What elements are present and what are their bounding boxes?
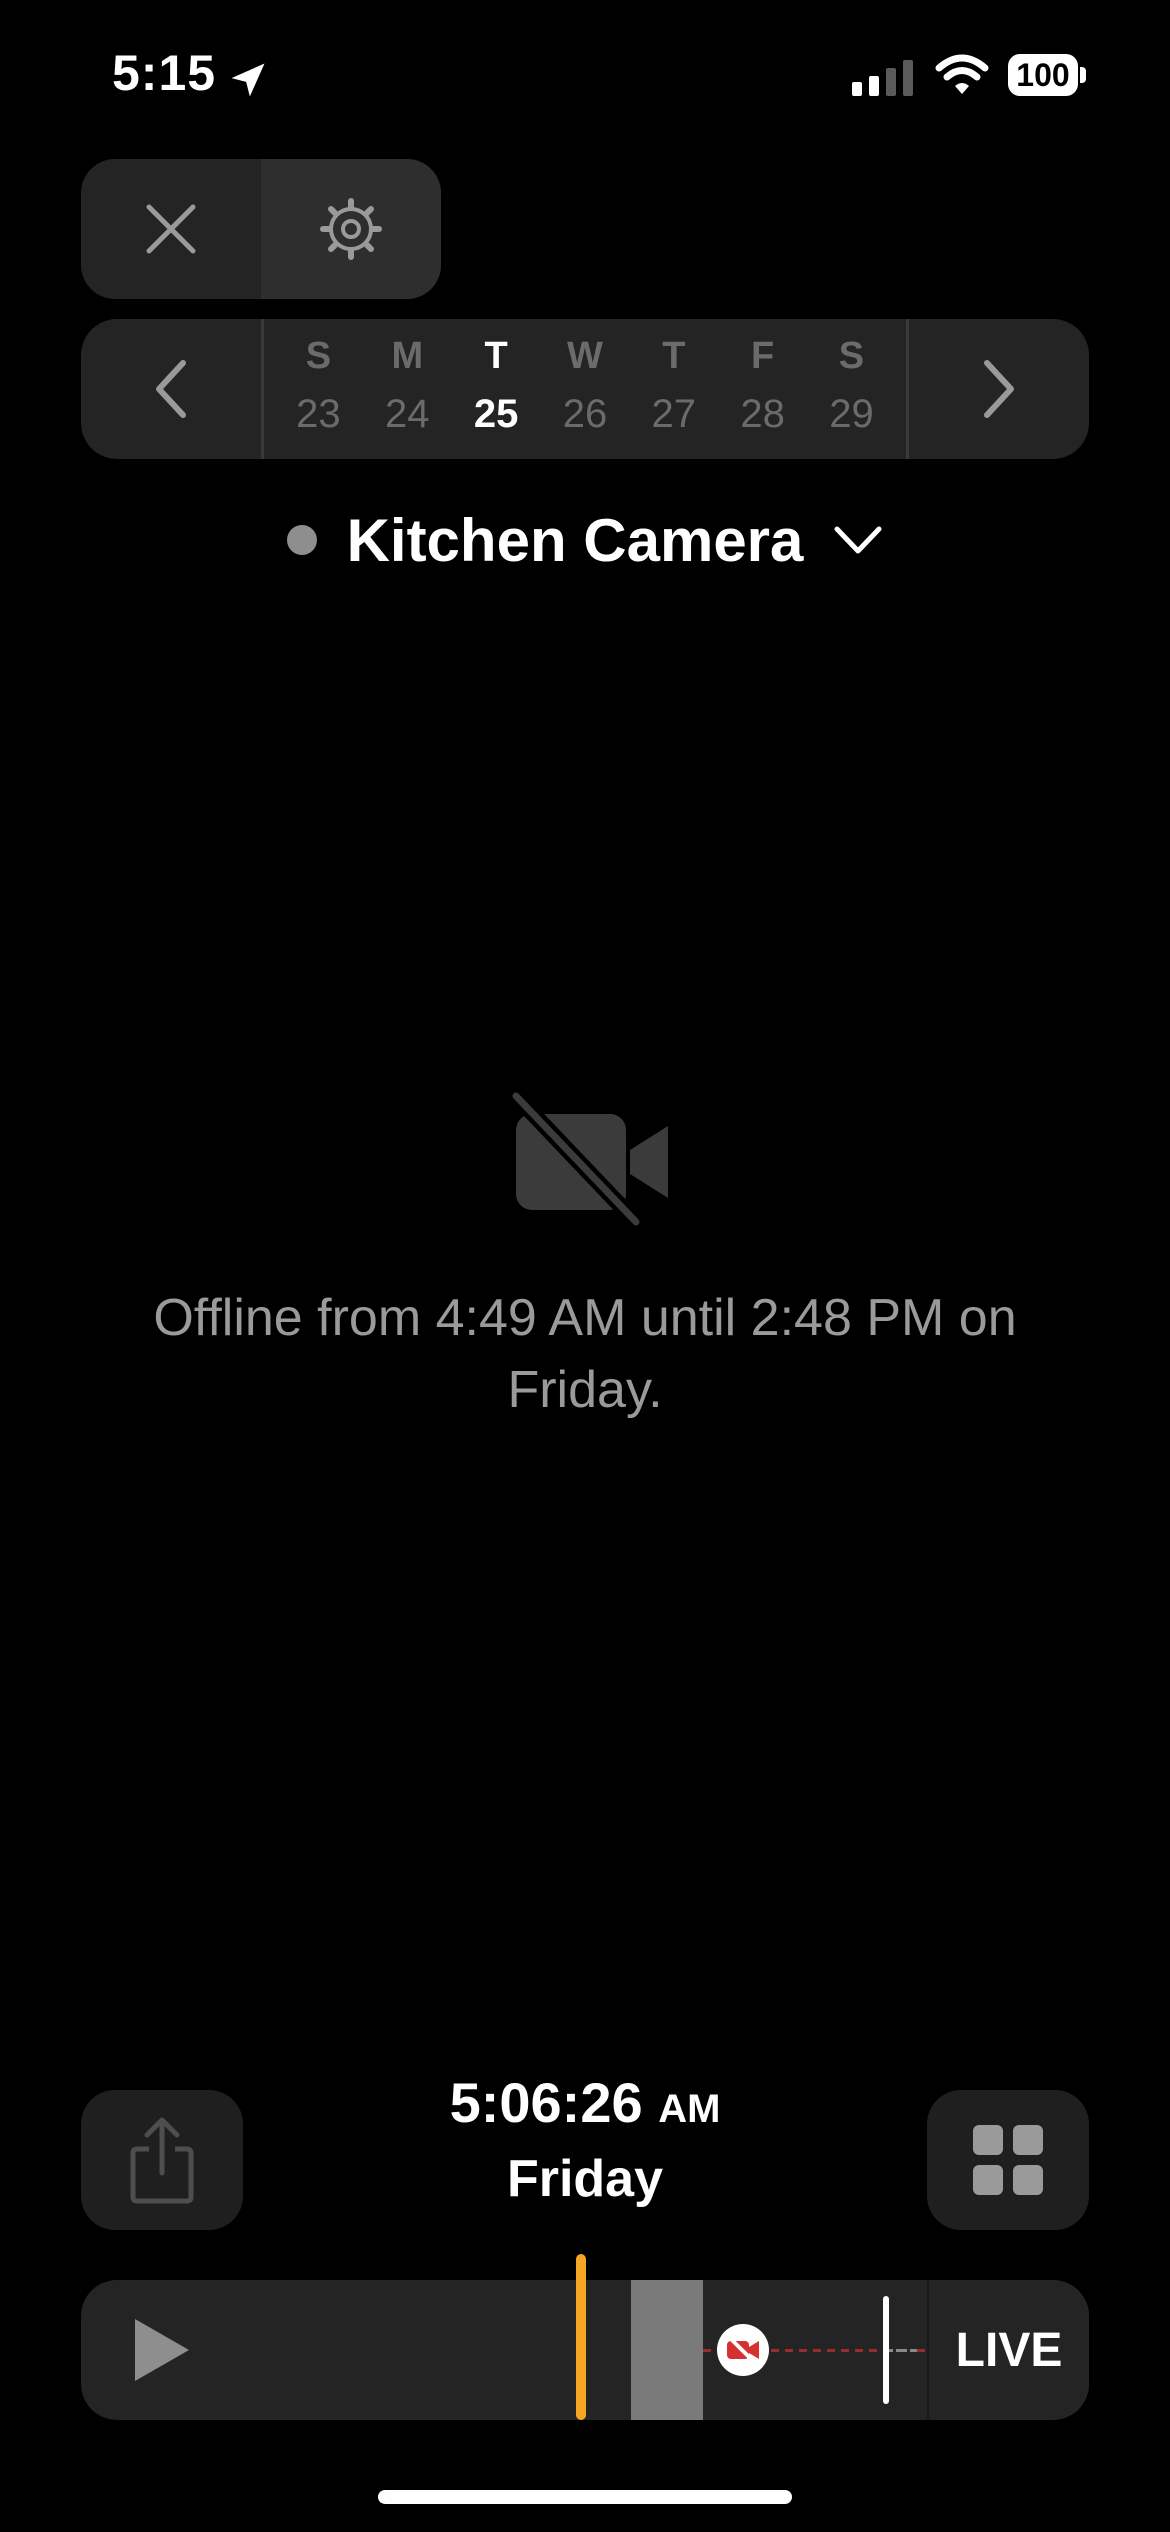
day-item-selected[interactable]: T 25 bbox=[456, 334, 536, 444]
playback-clock: 5:06:26 bbox=[449, 2071, 643, 2134]
previous-week-button[interactable] bbox=[81, 319, 261, 459]
settings-button[interactable] bbox=[261, 159, 441, 299]
playback-time-display: 5:06:26 AM Friday bbox=[300, 2068, 870, 2214]
share-button[interactable] bbox=[81, 2090, 243, 2230]
next-week-button[interactable] bbox=[909, 319, 1089, 459]
week-selector: S 23 M 24 T 25 W 26 T 27 F 28 S 29 bbox=[81, 319, 1089, 459]
camera-offline-event-icon[interactable] bbox=[717, 2324, 769, 2376]
day-letter: W bbox=[567, 335, 603, 377]
day-number: 24 bbox=[385, 392, 430, 436]
day-letter: M bbox=[391, 335, 424, 377]
offline-message: Offline from 4:49 AM until 2:48 PM on Fr… bbox=[153, 1289, 1017, 1419]
day-number: 23 bbox=[296, 392, 341, 436]
playback-day: Friday bbox=[506, 2150, 664, 2208]
close-icon bbox=[146, 204, 196, 254]
offline-gap bbox=[771, 2349, 881, 2352]
day-letter: T bbox=[662, 335, 686, 377]
day-item[interactable]: M 24 bbox=[367, 334, 447, 444]
share-icon bbox=[130, 2117, 194, 2204]
status-dot bbox=[286, 525, 317, 555]
status-time: 5:15 bbox=[112, 45, 217, 101]
day-item[interactable]: T 27 bbox=[634, 334, 714, 444]
day-item[interactable]: F 28 bbox=[723, 334, 803, 444]
grid-icon bbox=[973, 2125, 1043, 2195]
chevron-down-icon bbox=[834, 526, 882, 554]
home-indicator[interactable] bbox=[378, 2490, 792, 2504]
wifi-icon bbox=[935, 54, 989, 94]
day-list: S 23 M 24 T 25 W 26 T 27 F 28 S 29 bbox=[261, 319, 909, 459]
live-button[interactable]: LIVE bbox=[927, 2280, 1089, 2420]
now-marker bbox=[883, 2296, 889, 2404]
battery-level: 100 bbox=[1008, 54, 1078, 96]
location-arrow-icon bbox=[231, 63, 265, 97]
day-number: 25 bbox=[473, 392, 519, 436]
day-number: 26 bbox=[562, 392, 608, 436]
cellular-signal-icon bbox=[852, 58, 913, 96]
video-off-icon bbox=[512, 1092, 668, 1228]
day-item[interactable]: S 29 bbox=[811, 334, 891, 444]
battery-icon: 100 bbox=[1008, 54, 1088, 98]
day-item[interactable]: W 26 bbox=[545, 334, 625, 444]
settings-gear-icon bbox=[320, 198, 382, 260]
close-button[interactable] bbox=[81, 159, 261, 299]
day-item[interactable]: S 23 bbox=[278, 334, 358, 444]
playback-time: 5:06:26 AM bbox=[300, 2068, 870, 2144]
day-letter: S bbox=[305, 335, 332, 377]
play-icon bbox=[135, 2319, 189, 2381]
day-number: 27 bbox=[651, 392, 697, 436]
camera-selector[interactable]: Kitchen Camera bbox=[0, 500, 1170, 580]
chevron-right-icon bbox=[984, 360, 1014, 418]
timeline-gap bbox=[896, 2349, 916, 2352]
chevron-left-icon bbox=[156, 360, 186, 418]
camera-name: Kitchen Camera bbox=[346, 506, 804, 574]
playhead[interactable] bbox=[576, 2254, 586, 2420]
timeline-track[interactable] bbox=[241, 2280, 1037, 2420]
recorded-segment bbox=[631, 2280, 703, 2420]
top-controls bbox=[81, 159, 441, 299]
day-letter: S bbox=[838, 335, 865, 377]
play-button[interactable] bbox=[81, 2280, 243, 2420]
camera-grid-button[interactable] bbox=[927, 2090, 1089, 2230]
day-letter: T bbox=[484, 335, 508, 377]
playback-ampm: AM bbox=[658, 2087, 721, 2131]
day-number: 29 bbox=[829, 392, 874, 436]
day-number: 28 bbox=[740, 392, 785, 436]
day-letter: F bbox=[751, 335, 775, 377]
